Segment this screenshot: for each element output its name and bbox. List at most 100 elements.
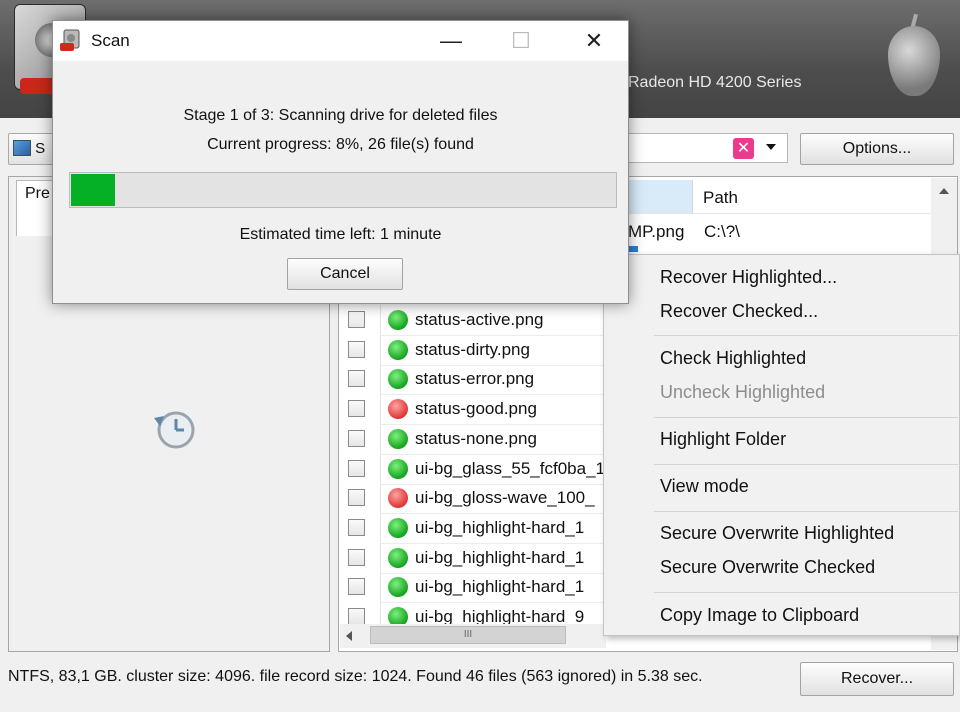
system-info-text: Radeon HD 4200 Series: [628, 74, 802, 91]
file-row[interactable]: ui-bg_glass_55_fcf0ba_1: [342, 453, 606, 486]
menu-separator: [654, 417, 958, 418]
recoverable-status-icon: [388, 339, 408, 360]
menu-item-recover-highlighted[interactable]: Recover Highlighted...: [660, 267, 837, 288]
menu-item-recover-checked[interactable]: Recover Checked...: [660, 301, 818, 322]
drive-select-button[interactable]: S: [8, 133, 54, 165]
row-checkbox[interactable]: [348, 518, 365, 536]
history-clock-icon: [154, 411, 195, 449]
drive-icon: [13, 140, 31, 156]
recoverable-status-icon: [388, 458, 408, 479]
dialog-title: Scan: [91, 31, 130, 50]
recoverable-status-icon: [388, 310, 408, 330]
recoverable-status-icon: [388, 517, 408, 538]
close-icon[interactable]: ✕: [571, 25, 617, 57]
file-row[interactable]: ui-bg_gloss-wave_100_: [342, 483, 606, 515]
file-row[interactable]: ui-bg_highlight-hard_1: [342, 512, 606, 545]
drive-select-label: S: [35, 140, 46, 157]
status-bar-text: NTFS, 83,1 GB. cluster size: 4096. file …: [8, 668, 703, 685]
recoverable-status-icon: [388, 577, 408, 598]
file-row[interactable]: status-error.png: [342, 364, 606, 396]
menu-item-uncheck-highlighted: Uncheck Highlighted: [660, 382, 826, 402]
menu-separator: [654, 511, 958, 512]
column-header-path[interactable]: Path: [692, 180, 930, 214]
recoverable-status-icon: [388, 547, 408, 568]
menu-item-check-highlighted[interactable]: Check Highlighted: [660, 348, 806, 369]
scan-dialog: Scan — ☐ ✕ Stage 1 of 3: Scanning drive …: [52, 20, 629, 304]
clear-filter-icon[interactable]: ✕: [733, 138, 754, 159]
row-checkbox[interactable]: [348, 459, 365, 477]
context-menu: Recover Highlighted... Recover Checked..…: [603, 254, 960, 636]
column-separator: [380, 394, 381, 425]
dialog-titlebar[interactable]: Scan — ☐ ✕: [53, 21, 628, 61]
menu-item-view-mode[interactable]: View mode: [660, 476, 749, 497]
file-row[interactable]: status-dirty.png: [342, 334, 606, 367]
file-name: status-error.png: [415, 369, 535, 389]
column-separator: [380, 305, 381, 335]
file-name: ui-bg_gloss-wave_100_: [415, 488, 595, 508]
menu-separator: [654, 335, 958, 336]
file-row[interactable]: status-good.png: [342, 394, 606, 426]
row-checkbox[interactable]: [348, 578, 365, 596]
file-row[interactable]: status-none.png: [342, 423, 606, 456]
filter-input[interactable]: [628, 133, 788, 163]
row-checkbox[interactable]: [348, 340, 365, 358]
damaged-status-icon: [388, 488, 408, 509]
damaged-status-icon: [388, 399, 408, 420]
menu-item-secure-overwrite-checked[interactable]: Secure Overwrite Checked: [660, 557, 875, 578]
file-name: status-active.png: [415, 310, 544, 329]
column-separator: [380, 364, 381, 395]
column-separator: [380, 423, 381, 454]
scroll-up-arrow-icon[interactable]: [939, 188, 949, 194]
cancel-button-label: Cancel: [320, 265, 370, 282]
file-name: status-good.png: [415, 399, 537, 419]
partial-row-name[interactable]: MP.png: [628, 222, 684, 242]
options-button-label: Options...: [842, 140, 912, 157]
horizontal-scrollbar[interactable]: III: [340, 624, 606, 648]
recoverable-status-icon: [388, 428, 408, 449]
file-row[interactable]: status-active.png: [342, 305, 606, 337]
file-row[interactable]: ui-bg_highlight-hard_1: [342, 572, 606, 604]
app-icon: [60, 29, 80, 51]
scan-stage-text: Stage 1 of 3: Scanning drive for deleted…: [183, 107, 498, 124]
file-name: ui-bg_highlight-hard_1: [415, 547, 585, 567]
maximize-icon: ☐: [511, 28, 531, 53]
row-highlight-indicator: [628, 246, 638, 252]
row-checkbox[interactable]: [348, 370, 365, 388]
scan-progress-bar: [69, 172, 617, 208]
file-row[interactable]: ui-bg_highlight-hard_1: [342, 542, 606, 575]
scan-eta-text: Estimated time left: 1 minute: [239, 226, 442, 243]
file-name: ui-bg_highlight-hard_1: [415, 577, 585, 597]
cancel-button[interactable]: Cancel: [287, 258, 403, 290]
column-header-name[interactable]: [628, 180, 692, 214]
column-separator: [380, 453, 381, 484]
minimize-icon[interactable]: —: [428, 25, 474, 57]
row-checkbox[interactable]: [348, 608, 365, 625]
row-checkbox[interactable]: [348, 311, 365, 328]
scroll-left-arrow-icon[interactable]: [346, 631, 352, 641]
partial-row-path[interactable]: C:\?\: [704, 222, 740, 242]
scan-progress-fill: [71, 174, 115, 206]
horizontal-scroll-thumb[interactable]: III: [370, 626, 566, 644]
column-header-path-label: Path: [703, 188, 738, 207]
options-button[interactable]: Options...: [800, 133, 954, 165]
row-checkbox[interactable]: [348, 429, 365, 447]
column-separator: [380, 542, 381, 573]
column-separator: [380, 572, 381, 603]
row-checkbox[interactable]: [348, 548, 365, 566]
file-name: status-dirty.png: [415, 339, 530, 359]
menu-item-copy-image[interactable]: Copy Image to Clipboard: [660, 605, 859, 626]
column-separator: [380, 483, 381, 514]
menu-item-highlight-folder[interactable]: Highlight Folder: [660, 429, 786, 450]
recoverable-status-icon: [388, 369, 408, 390]
recover-button[interactable]: Recover...: [800, 662, 954, 696]
file-name: ui-bg_glass_55_fcf0ba_1: [415, 458, 605, 478]
scan-progress-text: Current progress: 8%, 26 file(s) found: [207, 136, 474, 153]
file-name: ui-bg_highlight-hard_1: [415, 517, 585, 537]
row-checkbox[interactable]: [348, 400, 365, 418]
tab-preview-label: Pre: [25, 185, 50, 202]
recover-button-label: Recover...: [840, 670, 914, 687]
menu-separator: [654, 464, 958, 465]
filter-dropdown-chevron-icon[interactable]: [766, 144, 776, 150]
row-checkbox[interactable]: [348, 489, 365, 507]
menu-item-secure-overwrite-highlighted[interactable]: Secure Overwrite Highlighted: [660, 523, 894, 544]
